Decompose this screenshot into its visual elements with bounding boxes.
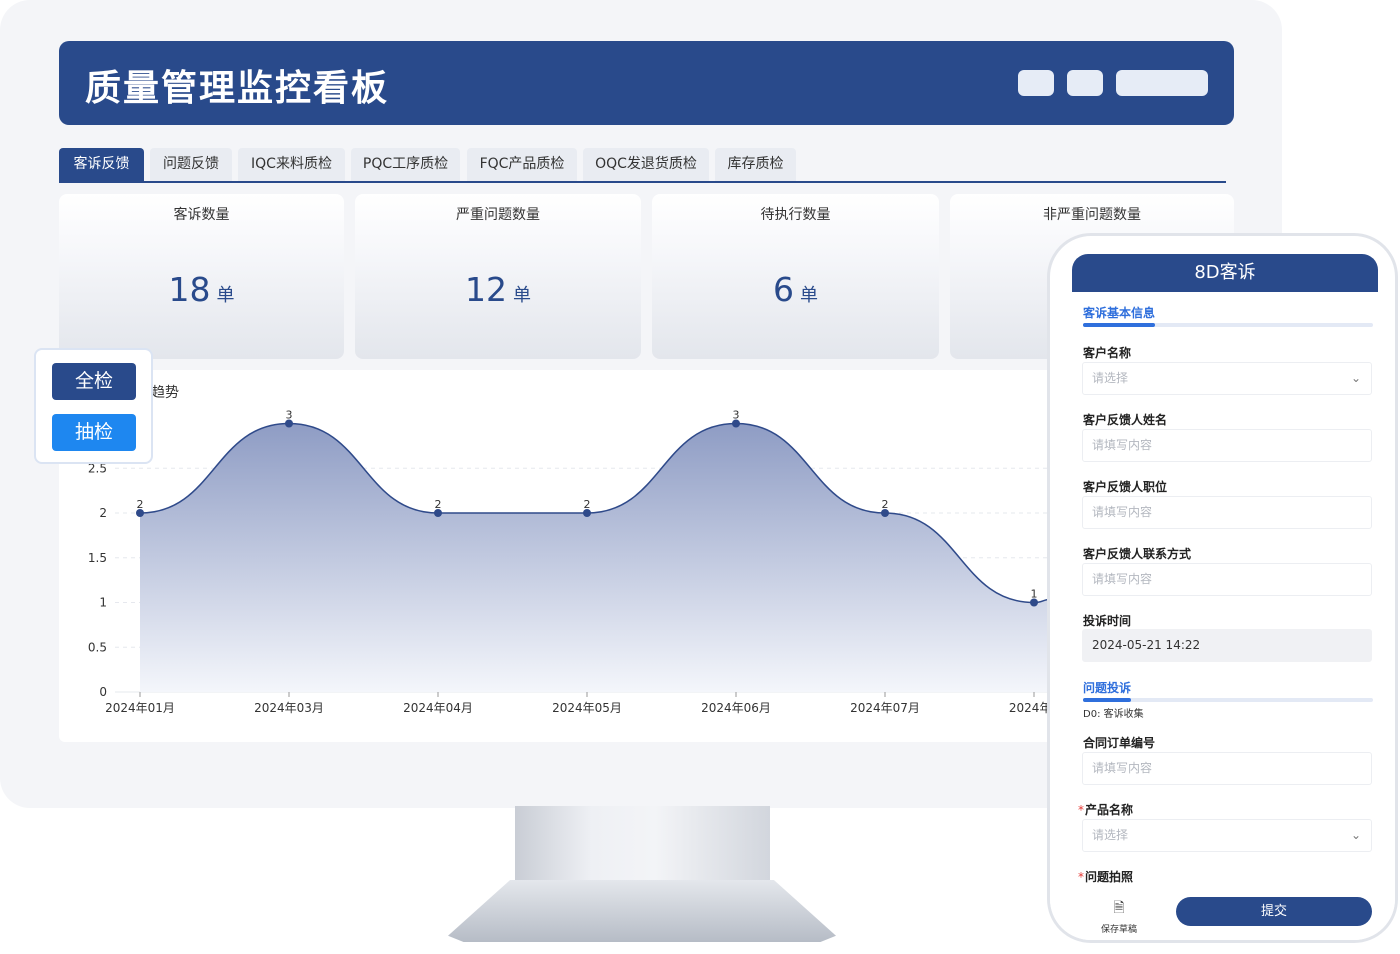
feedback-position-input[interactable]: 请填写内容 [1082,496,1372,529]
x-tick-label: 2024年03月 [254,701,324,715]
save-draft-label: 保存草稿 [1100,925,1137,935]
data-label: 2 [584,498,591,511]
data-label: 1 [1031,588,1038,601]
draft-icon: 🗎 [1113,900,1125,916]
field-label-feedback-name: 客户反馈人姓名 [1083,413,1168,427]
section-progress [1083,323,1373,327]
tab-complaint-feedback[interactable]: 客诉反馈 [59,148,144,181]
header-button-2[interactable] [1067,70,1103,96]
y-tick-label: 1 [99,596,107,610]
x-tick-label: 2024年06月 [701,701,771,715]
tab-oqc[interactable]: OQC发退货质检 [583,148,709,181]
kpi-label: 严重问题数量 [456,207,540,223]
field-label-product: *产品名称 [1078,803,1134,817]
field-label-contact: 客户反馈人联系方式 [1083,547,1192,561]
area-fill [140,423,1048,692]
tab-pqc[interactable]: PQC工序质检 [351,148,460,181]
section-progress [1083,698,1373,702]
field-label-complaint-time: 投诉时间 [1083,614,1132,628]
header-button-3[interactable] [1116,70,1208,96]
monitor-stand-base [448,880,836,942]
kpi-label: 待执行数量 [760,207,831,223]
x-tick-label: 2024年01月 [105,701,175,715]
customer-select[interactable]: 请选择 ⌄ [1082,362,1372,395]
full-inspection-button[interactable]: 全检 [52,363,136,400]
save-draft-button[interactable]: 🗎 保存草稿 [1096,897,1142,935]
kpi-value: 6 [773,270,794,309]
order-number-input[interactable]: 请填写内容 [1082,752,1372,785]
x-tick-label: 2024年05月 [552,701,622,715]
dashboard-header: 质量管理监控看板 [59,41,1234,125]
kpi-label: 客诉数量 [173,207,230,223]
kpi-label: 非严重问题数量 [1043,207,1141,223]
section-title-complaint: 问题投诉 [1083,681,1132,695]
d0-step-label: D0: 客诉收集 [1083,709,1144,720]
data-label: 3 [733,409,740,422]
inspection-toggle: 全检 抽检 [34,348,153,464]
mobile-phone-frame: 8D客诉 客诉基本信息 客户名称 请选择 ⌄ 客户反馈人姓名 请填写内容 客户反馈… [1047,233,1398,943]
feedback-name-input[interactable]: 请填写内容 [1082,429,1372,462]
kpi-value: 18 [168,270,211,309]
select-placeholder: 请选择 [1092,371,1129,385]
sample-inspection-button[interactable]: 抽检 [52,414,136,451]
chevron-down-icon: ⌄ [1350,371,1361,385]
select-placeholder: 请选择 [1092,828,1129,842]
y-tick-label: 0 [99,685,107,699]
kpi-card-pending: 待执行数量 6单 [652,194,939,359]
data-label: 2 [137,498,144,511]
kpi-unit: 单 [513,285,531,306]
kpi-card-complaints: 客诉数量 18 单 [59,194,344,359]
field-label-order-number: 合同订单编号 [1083,736,1156,750]
kpi-card-serious: 严重问题数量 12 单 [355,194,641,359]
chevron-down-icon: ⌄ [1350,828,1361,842]
field-label-photo: *问题拍照 [1078,870,1134,884]
tab-underline [59,181,1226,183]
field-label-customer: 客户名称 [1083,346,1132,360]
tab-fqc[interactable]: FQC产品质检 [467,148,577,181]
data-label: 2 [435,498,442,511]
tab-issue-feedback[interactable]: 问题反馈 [150,148,232,181]
y-tick-label: 0.5 [88,640,107,654]
contact-input[interactable]: 请填写内容 [1082,563,1372,596]
data-label: 3 [286,409,293,422]
product-select[interactable]: 请选择 ⌄ [1082,819,1372,852]
x-tick-label: 2024年07月 [850,701,920,715]
x-tick-label: 2024年04月 [403,701,473,715]
submit-button[interactable]: 提交 [1176,897,1372,926]
kpi-value: 12 [465,270,507,309]
kpi-unit: 单 [216,285,235,306]
kpi-unit: 单 [800,285,818,306]
tab-inventory[interactable]: 库存质检 [715,148,796,181]
header-button-1[interactable] [1018,70,1054,96]
section-title-basic-info: 客诉基本信息 [1083,306,1156,320]
y-tick-label: 1.5 [88,551,107,565]
field-label-feedback-position: 客户反馈人职位 [1083,480,1168,494]
y-tick-label: 2 [99,506,107,520]
data-label: 2 [882,498,889,511]
page-title: 质量管理监控看板 [85,68,390,109]
complaint-time-input[interactable]: 2024-05-21 14:22 [1082,629,1372,662]
phone-title: 8D客诉 [1072,254,1378,292]
phone-action-bar: 🗎 保存草稿 提交 [1050,891,1395,940]
tab-iqc[interactable]: IQC来料质检 [238,148,345,181]
